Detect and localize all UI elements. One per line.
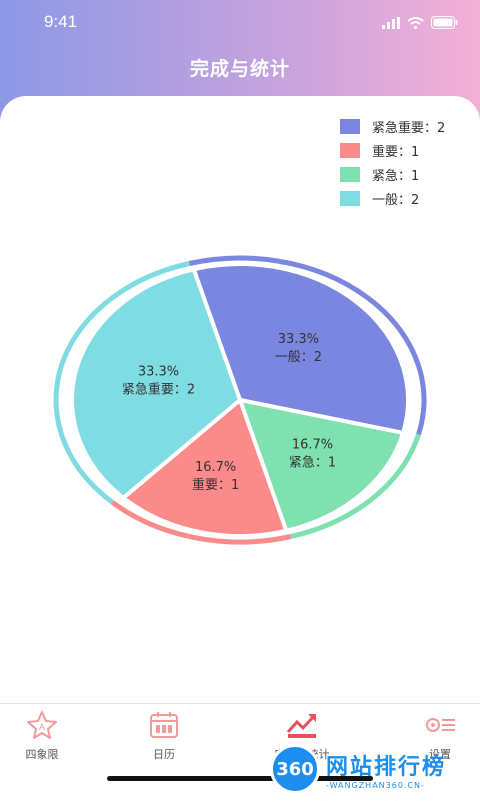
- legend-label: 重要：1: [372, 144, 420, 160]
- watermark-badge: 360: [270, 744, 320, 794]
- watermark: 360 网站排行榜 -WANGZHAN360.CN-: [270, 744, 446, 794]
- tab-calendar[interactable]: 日历: [114, 710, 214, 762]
- legend-swatch: [340, 118, 360, 134]
- tab-quadrants[interactable]: A 四象限: [0, 710, 92, 762]
- legend-swatch: [340, 190, 360, 206]
- pie-percent-label: 33.3%: [138, 365, 179, 380]
- watermark-subtitle: -WANGZHAN360.CN-: [326, 780, 425, 790]
- pie-name-label: 重要：1: [192, 477, 239, 493]
- page-title: 完成与统计: [189, 58, 290, 80]
- trend-chart-icon: [286, 714, 316, 738]
- svg-text:A: A: [39, 723, 46, 733]
- battery-icon: [431, 16, 458, 29]
- tab-label: 日历: [153, 748, 175, 761]
- legend-swatch: [340, 166, 360, 182]
- chart-legend: 紧急重要：2 重要：1 紧急：1 一般：2: [340, 114, 445, 210]
- watermark-title: 网站排行榜: [326, 754, 447, 780]
- pie-percent-label: 16.7%: [292, 438, 333, 453]
- signal-icon: [382, 16, 400, 29]
- legend-swatch: [340, 142, 360, 158]
- pie-percent-label: 33.3%: [278, 332, 319, 347]
- pie-chart: 33.3% 一般：2 16.7% 紧急：1 16.7% 重要：1 33.3% 紧急重要：2: [53, 255, 427, 545]
- legend-item[interactable]: 一般：2: [340, 186, 445, 210]
- status-time: 9:41: [44, 12, 78, 31]
- legend-label: 紧急重要：2: [372, 120, 446, 136]
- gear-icon: [426, 718, 455, 732]
- calendar-icon: [150, 712, 178, 738]
- star-icon: A: [27, 711, 57, 739]
- pie-percent-label: 16.7%: [195, 460, 236, 475]
- legend-label: 一般：2: [372, 192, 420, 208]
- pie-name-label: 紧急：1: [289, 456, 336, 471]
- legend-item[interactable]: 紧急重要：2: [340, 114, 445, 138]
- tab-label: 四象限: [25, 748, 59, 761]
- legend-label: 紧急：1: [372, 168, 420, 184]
- legend-item[interactable]: 紧急：1: [340, 162, 445, 186]
- wifi-icon: [407, 16, 424, 29]
- legend-item[interactable]: 重要：1: [340, 138, 445, 162]
- pie-name-label: 一般：2: [275, 349, 322, 365]
- pie-name-label: 紧急重要：2: [122, 382, 195, 398]
- status-bar: 9:41: [0, 12, 480, 36]
